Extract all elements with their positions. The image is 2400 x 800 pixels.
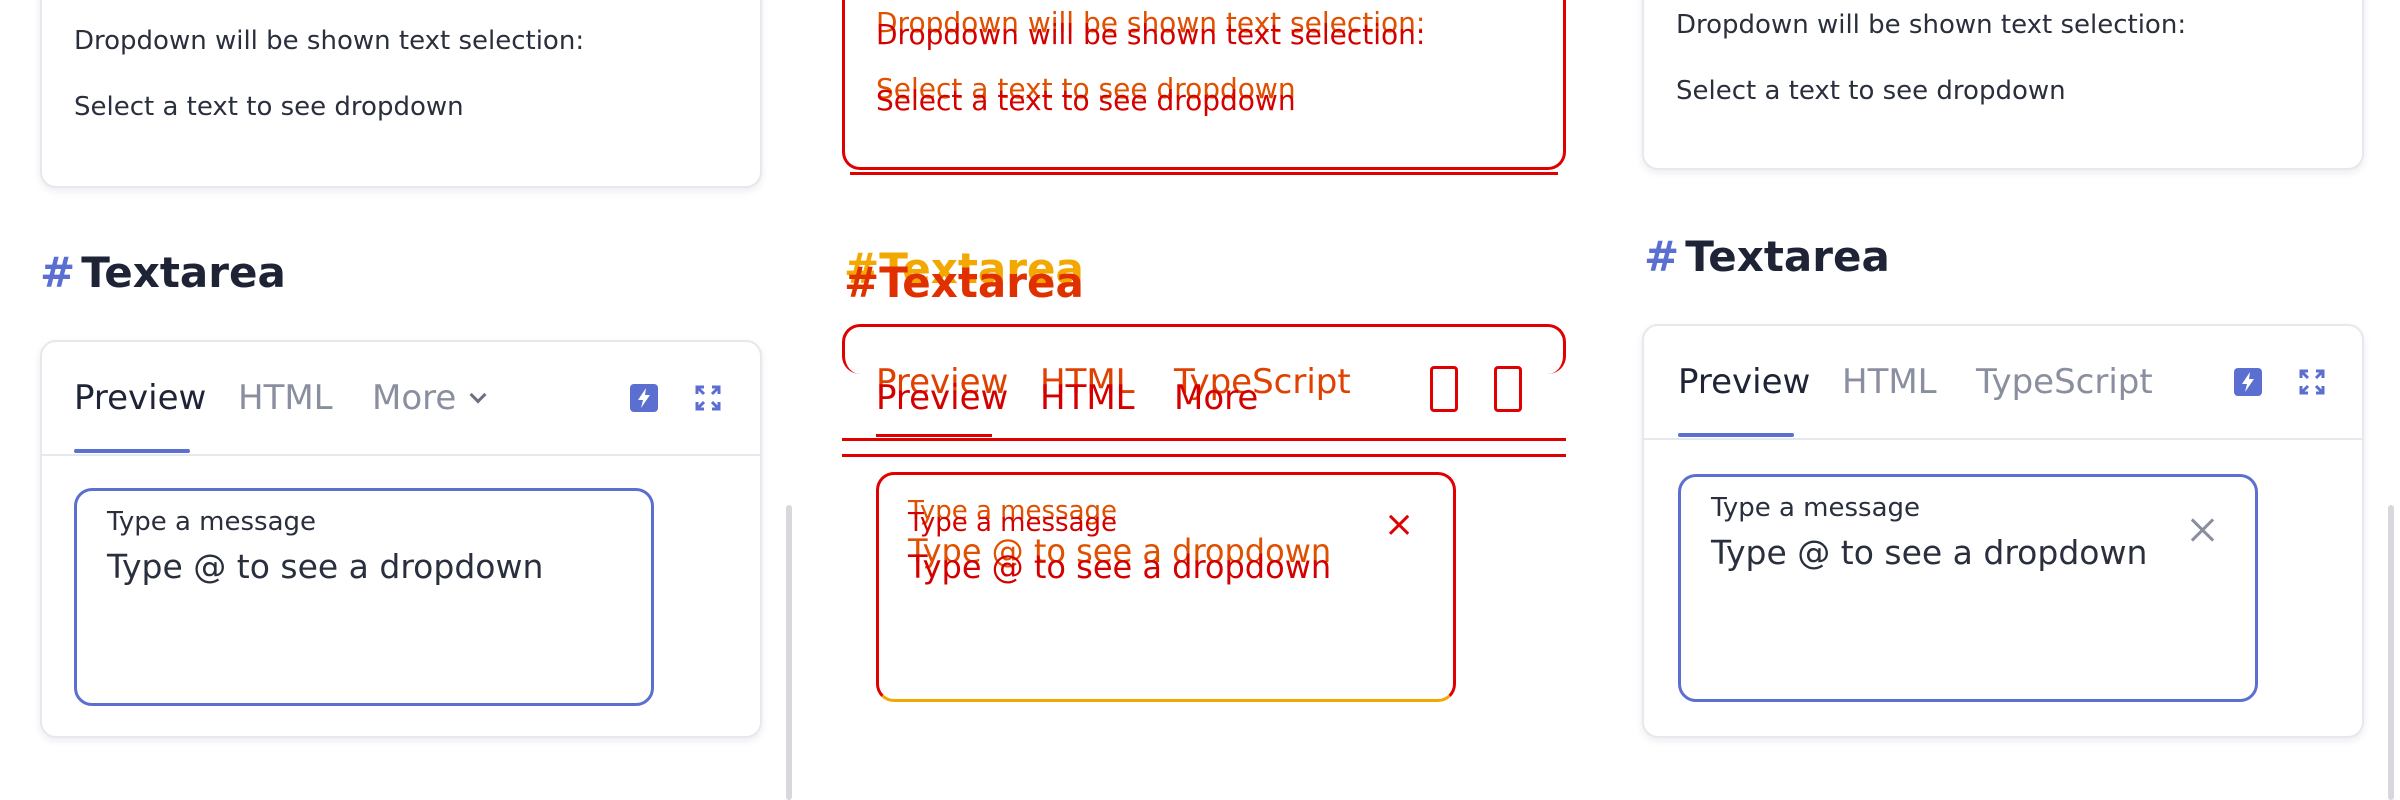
section-heading-textarea: # Textarea [1644, 232, 1890, 281]
bolt-icon[interactable] [2234, 368, 2262, 396]
snippet-line-2: Select a text to see dropdown [74, 92, 464, 122]
tab-preview[interactable]: Preview [74, 378, 206, 418]
section-heading-textarea: # Textarea [40, 248, 286, 297]
code-tabs: Preview HTML More [42, 342, 760, 456]
textarea-label: Type a message [107, 507, 317, 537]
right-pane: Dropdown will be shown text selection: S… [1600, 0, 2400, 800]
heading-title: Textarea [81, 248, 286, 297]
vertical-scrollbar[interactable] [786, 505, 792, 800]
expand-icon[interactable] [694, 384, 722, 412]
diff-tab-underline [876, 434, 992, 437]
diff-tab-more-bottom: More [1174, 378, 1259, 418]
diff-pane: Dropdown will be shown text selection: S… [800, 0, 1600, 800]
diff-field-outline [876, 472, 1456, 702]
diff-snippet-edge [850, 172, 1558, 175]
snippet-line-2: Select a text to see dropdown [1676, 76, 2066, 106]
close-icon: × [1384, 504, 1415, 545]
diff-heading-hash: # [844, 258, 880, 307]
vertical-scrollbar[interactable] [2388, 505, 2394, 800]
message-textarea[interactable]: Type a message Type @ to see a dropdown [74, 488, 654, 706]
active-tab-indicator [74, 449, 190, 453]
heading-title: Textarea [1685, 232, 1890, 281]
anchor-hash[interactable]: # [40, 248, 75, 297]
active-tab-indicator [1678, 433, 1794, 437]
textarea-demo-card: Preview HTML TypeScript Type a message T… [1642, 324, 2364, 738]
textarea-demo-card: Preview HTML More Type a message Type @ … [40, 340, 762, 738]
bolt-icon[interactable] [630, 384, 658, 412]
snippet-line-1: Dropdown will be shown text selection: [1676, 10, 2187, 40]
diff-tab-html-bottom: HTML [1040, 378, 1135, 418]
diff-field-value: Type @ to see a dropdown [908, 548, 1332, 586]
code-tabs: Preview HTML TypeScript [1644, 326, 2362, 440]
message-textarea[interactable]: Type a message Type @ to see a dropdown [1678, 474, 2258, 702]
tab-html[interactable]: HTML [238, 378, 333, 418]
anchor-hash[interactable]: # [1644, 232, 1679, 281]
chevron-down-icon [469, 386, 487, 404]
tab-preview[interactable]: Preview [1678, 362, 1810, 402]
diff-heading-title: Textarea [879, 258, 1084, 307]
close-icon[interactable] [2189, 517, 2215, 543]
diff-expand-icon [1494, 366, 1522, 412]
diff-tab-preview-bottom: Preview [876, 378, 1009, 418]
textarea-value: Type @ to see a dropdown [107, 547, 544, 586]
tab-typescript[interactable]: TypeScript [1976, 362, 2153, 402]
left-pane: Dropdown will be shown text selection: S… [0, 0, 800, 800]
expand-icon[interactable] [2298, 368, 2326, 396]
diff-field-label: Type a message [908, 508, 1118, 538]
snippet-line-1: Dropdown will be shown text selection: [74, 26, 585, 56]
diff-tabs-border-1 [842, 438, 1566, 441]
diff-heading: #Textarea [844, 258, 1084, 307]
diff-bolt-icon [1430, 366, 1458, 412]
tab-html[interactable]: HTML [1842, 362, 1937, 402]
tab-more-label: More [372, 378, 457, 418]
diff-snippet-outline [842, 0, 1566, 170]
tab-more[interactable]: More [372, 378, 487, 418]
textarea-value: Type @ to see a dropdown [1711, 533, 2148, 572]
textarea-label: Type a message [1711, 493, 1921, 523]
diff-tabs-border-2 [842, 454, 1566, 457]
